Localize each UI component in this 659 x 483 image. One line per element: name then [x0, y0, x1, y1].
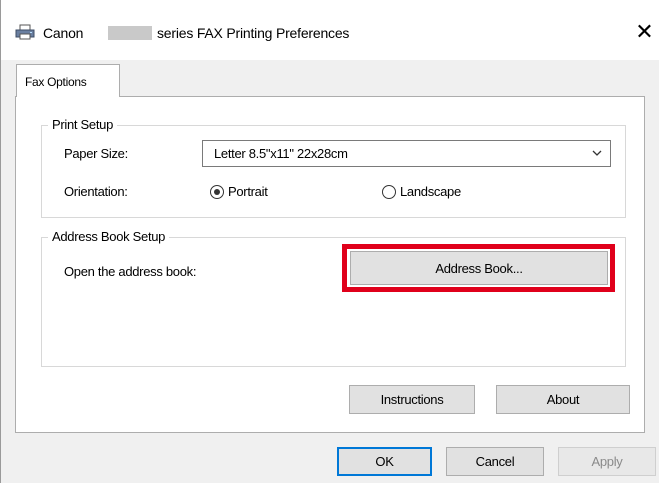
cancel-button[interactable]: Cancel [446, 447, 544, 476]
portrait-label: Portrait [228, 184, 268, 199]
radio-checked-icon [210, 184, 224, 199]
address-book-setup-legend: Address Book Setup [48, 229, 170, 245]
radio-unchecked-icon [382, 184, 396, 199]
about-button[interactable]: About [496, 385, 630, 414]
close-button[interactable]: ✕ [629, 16, 659, 48]
printer-icon [15, 24, 35, 40]
apply-button[interactable]: Apply [558, 447, 656, 476]
tab-fax-options[interactable]: Fax Options [16, 64, 120, 97]
window-title-suffix: series FAX Printing Preferences [157, 25, 350, 41]
chevron-down-icon [592, 150, 602, 156]
close-icon: ✕ [635, 19, 654, 44]
tab-label: Fax Options [25, 75, 87, 89]
instructions-button[interactable]: Instructions [349, 385, 475, 414]
print-setup-legend: Print Setup [48, 117, 118, 133]
title-bar[interactable]: Canon series FAX Printing Preferences ✕ [1, 0, 659, 60]
printing-preferences-window: Canon series FAX Printing Preferences ✕ … [0, 0, 659, 483]
paper-size-select[interactable]: Letter 8.5"x11" 22x28cm [202, 140, 611, 167]
highlight-frame [342, 244, 615, 292]
instructions-button-label: Instructions [380, 392, 444, 407]
paper-size-value: Letter 8.5"x11" 22x28cm [214, 146, 348, 161]
about-button-label: About [546, 392, 580, 407]
window-title-prefix: Canon [43, 25, 84, 41]
orientation-portrait-radio[interactable]: Portrait [210, 184, 268, 199]
cancel-button-label: Cancel [475, 454, 515, 469]
landscape-label: Landscape [400, 184, 461, 199]
print-setup-group: Print Setup [41, 117, 626, 218]
ok-button[interactable]: OK [337, 447, 432, 476]
orientation-landscape-radio[interactable]: Landscape [382, 184, 461, 199]
open-address-book-label: Open the address book: [64, 264, 197, 279]
apply-button-label: Apply [591, 454, 623, 469]
redacted-model-name [108, 26, 152, 40]
paper-size-label: Paper Size: [64, 146, 128, 161]
orientation-label: Orientation: [64, 184, 128, 199]
ok-button-label: OK [375, 454, 394, 469]
